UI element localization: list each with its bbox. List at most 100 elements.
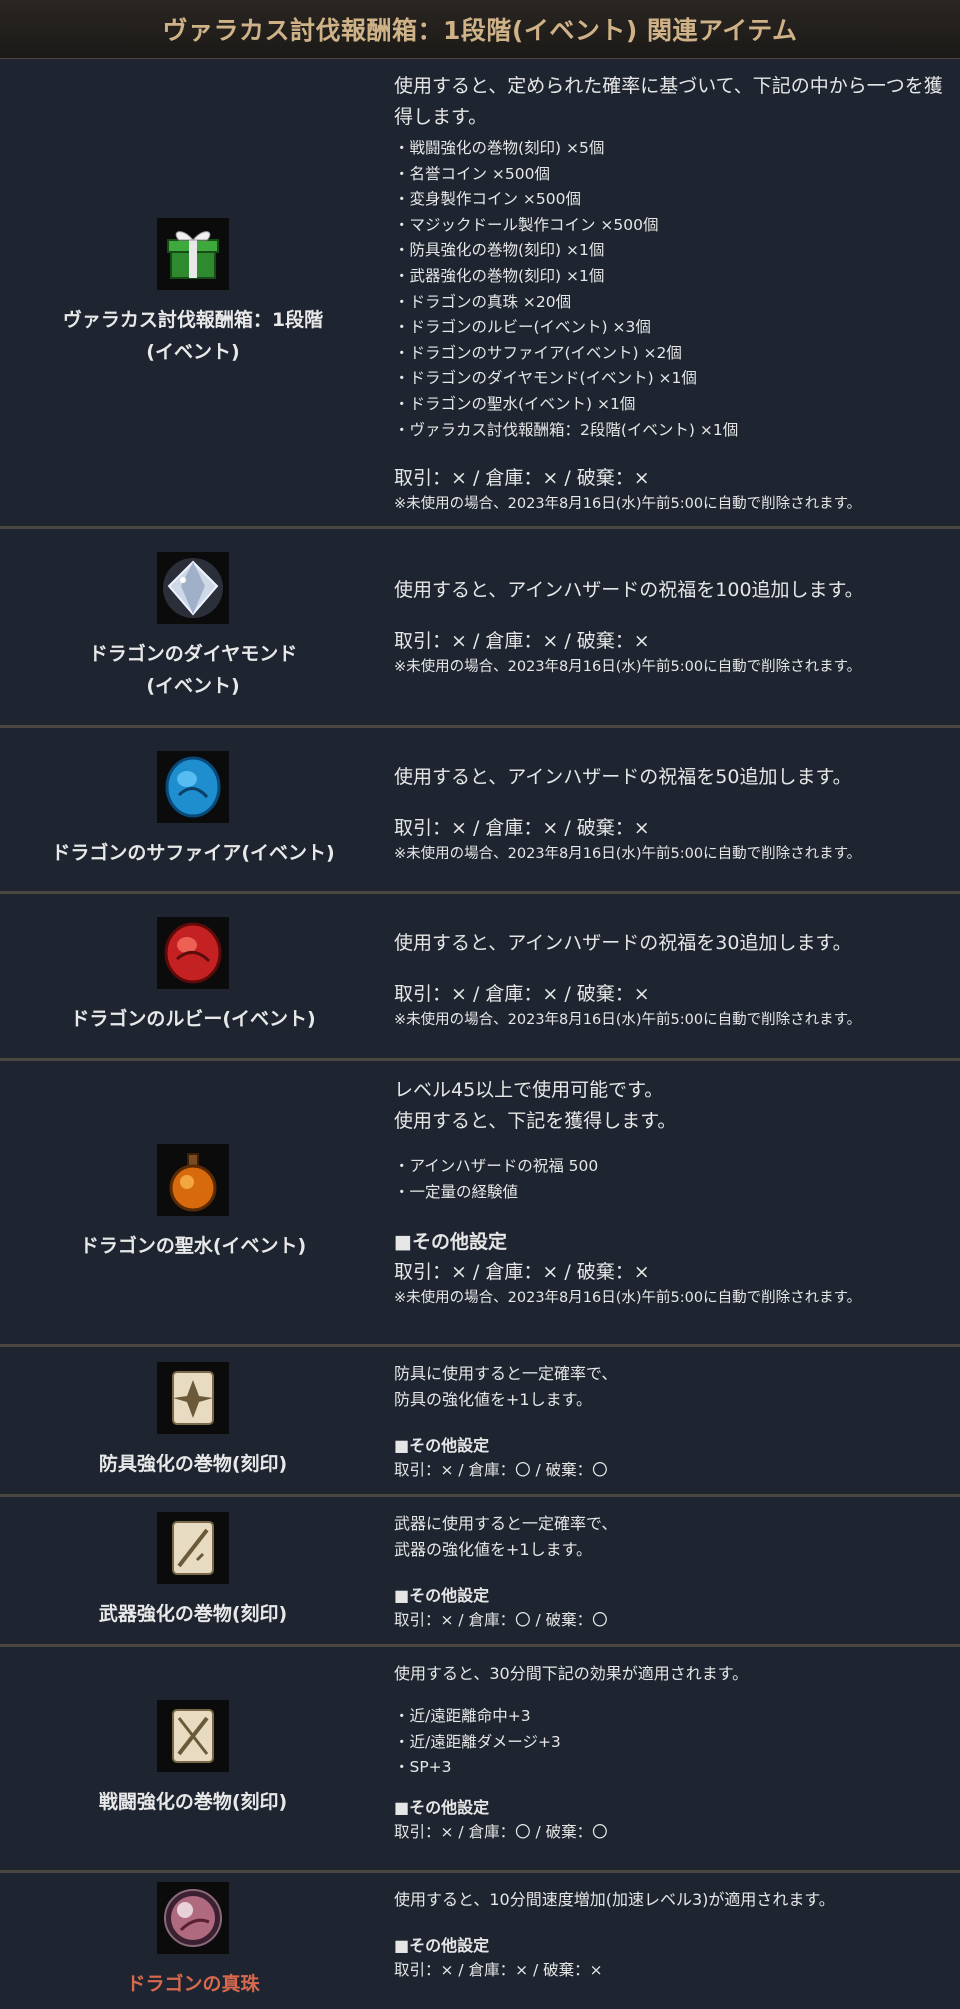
item-details: 使用すると、アインハザードの祝福を50追加します。 取引：× / 倉庫：× / …: [386, 728, 960, 891]
item-row-weapon-scroll: 武器強化の巻物(刻印) 武器に使用すると一定確率で、 武器の強化値を+1します。…: [0, 1497, 960, 1647]
holy-water-icon: [157, 1143, 229, 1216]
item-details: 使用すると、定められた確率に基づいて、下記の中から一つを獲得します。 ・戦闘強化…: [386, 59, 960, 526]
list-item: ・近/遠距離ダメージ+3: [394, 1732, 561, 1751]
gift-box-icon: [157, 217, 229, 290]
list-item: ・名誉コイン ×500個: [394, 164, 550, 183]
item-row-ruby: ドラゴンのルビー(イベント) 使用すると、アインハザードの祝福を30追加します。…: [0, 894, 960, 1061]
item-description: レベル45以上で使用可能です。 使用すると、下記を獲得します。: [394, 1079, 677, 1132]
expiry-note: ※未使用の場合、2023年8月16日(水)午前5:00に自動で削除されます。: [394, 496, 862, 513]
item-name: 防具強化の巻物(刻印): [98, 1452, 288, 1475]
list-item: ・戦闘強化の巻物(刻印) ×5個: [394, 139, 605, 157]
item-description: 武器に使用すると一定確率で、 武器の強化値を+1します。: [394, 1514, 618, 1559]
diamond-icon: [157, 552, 229, 624]
item-description: 防具に使用すると一定確率で、 防具の強化値を+1します。: [394, 1364, 618, 1409]
pearl-icon: [157, 1882, 229, 1954]
item-name: ヴァラカス討伐報酬箱：1段階 (イベント): [62, 308, 324, 363]
expiry-note: ※未使用の場合、2023年8月16日(水)午前5:00に自動で削除されます。: [394, 659, 862, 675]
item-name: ドラゴンのダイヤモンド (イベント): [88, 643, 298, 697]
item-name: ドラゴンの真珠: [126, 1973, 260, 1995]
effect-list: ・近/遠距離命中+3 ・近/遠距離ダメージ+3 ・SP+3: [394, 1704, 946, 1781]
item-details: 使用すると、30分間下記の効果が適用されます。 ・近/遠距離命中+3 ・近/遠距…: [386, 1647, 960, 1870]
item-row-pearl: ドラゴンの真珠 使用すると、10分間速度増加(加速レベル3)が適用されます。 ■…: [0, 1873, 960, 2009]
item-row-diamond: ドラゴンのダイヤモンド (イベント) 使用すると、アインハザードの祝福を100追…: [0, 529, 960, 728]
item-name: ドラゴンのサファイア(イベント): [51, 841, 335, 864]
trade-settings: 取引：× / 倉庫：〇 / 破棄：〇: [394, 1461, 608, 1479]
item-row-armor-scroll: 防具強化の巻物(刻印) 防具に使用すると一定確率で、 防具の強化値を+1します。…: [0, 1347, 960, 1497]
list-item: ・ドラゴンのダイヤモンド(イベント) ×1個: [394, 369, 697, 388]
item-cell: ドラゴンのルビー(イベント): [0, 894, 386, 1058]
item-cell: ドラゴンのダイヤモンド (イベント): [0, 529, 386, 725]
list-item: ・ドラゴンのサファイア(イベント) ×2個: [394, 343, 682, 362]
reward-list: ・戦闘強化の巻物(刻印) ×5個 ・名誉コイン ×500個 ・変身製作コイン ×…: [394, 136, 946, 443]
item-details: 武器に使用すると一定確率で、 武器の強化値を+1します。 ■その他設定 取引：×…: [386, 1497, 960, 1644]
trade-settings: 取引：× / 倉庫：× / 破棄：×: [394, 817, 650, 839]
item-description: 使用すると、アインハザードの祝福を50追加します。: [394, 766, 852, 788]
trade-settings: 取引：× / 倉庫：× / 破棄：×: [394, 467, 650, 490]
list-item: ・マジックドール製作コイン ×500個: [394, 215, 659, 234]
item-row-reward-box: ヴァラカス討伐報酬箱：1段階 (イベント) 使用すると、定められた確率に基づいて…: [0, 59, 960, 529]
item-description: 使用すると、アインハザードの祝福を100追加します。: [394, 579, 864, 601]
item-cell: ドラゴンの真珠: [0, 1873, 386, 2009]
page-header: ヴァラカス討伐報酬箱：1段階(イベント) 関連アイテム: [0, 0, 960, 59]
item-row-battle-scroll: 戦闘強化の巻物(刻印) 使用すると、30分間下記の効果が適用されます。 ・近/遠…: [0, 1647, 960, 1873]
item-details: 使用すると、アインハザードの祝福を30追加します。 取引：× / 倉庫：× / …: [386, 894, 960, 1058]
item-description: 使用すると、定められた確率に基づいて、下記の中から一つを獲得します。: [394, 75, 943, 128]
item-description: 使用すると、30分間下記の効果が適用されます。: [394, 1664, 749, 1683]
weapon-scroll-icon: [157, 1511, 229, 1584]
item-cell: ドラゴンのサファイア(イベント): [0, 728, 386, 891]
item-name: ドラゴンのルビー(イベント): [70, 1008, 316, 1030]
section-heading: ■その他設定: [394, 1436, 490, 1455]
trade-settings: 取引：× / 倉庫：× / 破棄：×: [394, 1961, 603, 1979]
section-heading: ■その他設定: [394, 1797, 490, 1817]
item-cell: ヴァラカス討伐報酬箱：1段階 (イベント): [0, 59, 386, 526]
item-row-sapphire: ドラゴンのサファイア(イベント) 使用すると、アインハザードの祝福を50追加しま…: [0, 728, 960, 894]
list-item: ・SP+3: [394, 1758, 452, 1777]
list-item: ・一定量の経験値: [394, 1182, 519, 1201]
list-item: ・近/遠距離命中+3: [394, 1707, 531, 1725]
item-name: 戦闘強化の巻物(刻印): [98, 1790, 288, 1813]
item-details: 使用すると、10分間速度増加(加速レベル3)が適用されます。 ■その他設定 取引…: [386, 1873, 960, 2009]
item-name: ドラゴンの聖水(イベント): [79, 1234, 307, 1257]
list-item: ・アインハザードの祝福 500: [394, 1157, 599, 1175]
item-cell: 武器強化の巻物(刻印): [0, 1497, 386, 1644]
item-details: 使用すると、アインハザードの祝福を100追加します。 取引：× / 倉庫：× /…: [386, 529, 960, 725]
list-item: ・ドラゴンの真珠 ×20個: [394, 292, 572, 311]
trade-settings: 取引：× / 倉庫：〇 / 破棄：〇: [394, 1611, 608, 1629]
item-row-holy-water: ドラゴンの聖水(イベント) レベル45以上で使用可能です。 使用すると、下記を獲…: [0, 1061, 960, 1347]
item-description: 使用すると、アインハザードの祝福を30追加します。: [394, 932, 852, 954]
trade-settings: 取引：× / 倉庫：× / 破棄：×: [394, 983, 650, 1005]
expiry-note: ※未使用の場合、2023年8月16日(水)午前5:00に自動で削除されます。: [394, 846, 862, 862]
page-title: ヴァラカス討伐報酬箱：1段階(イベント) 関連アイテム: [162, 16, 798, 45]
sapphire-icon: [157, 750, 229, 823]
expiry-note: ※未使用の場合、2023年8月16日(水)午前5:00に自動で削除されます。: [394, 1290, 862, 1307]
item-cell: 防具強化の巻物(刻印): [0, 1347, 386, 1494]
item-cell: 戦闘強化の巻物(刻印): [0, 1647, 386, 1870]
item-details: 防具に使用すると一定確率で、 防具の強化値を+1します。 ■その他設定 取引：×…: [386, 1347, 960, 1494]
list-item: ・変身製作コイン ×500個: [394, 190, 581, 209]
trade-settings: 取引：× / 倉庫：× / 破棄：×: [394, 1261, 650, 1284]
list-item: ・ドラゴンのルビー(イベント) ×3個: [394, 318, 651, 337]
list-item: ・防具強化の巻物(刻印) ×1個: [394, 241, 605, 260]
expiry-note: ※未使用の場合、2023年8月16日(水)午前5:00に自動で削除されます。: [394, 1012, 862, 1028]
armor-scroll-icon: [157, 1361, 229, 1434]
item-cell: ドラゴンの聖水(イベント): [0, 1061, 386, 1344]
trade-settings: 取引：× / 倉庫：× / 破棄：×: [394, 630, 650, 652]
item-description: 使用すると、10分間速度増加(加速レベル3)が適用されます。: [394, 1890, 835, 1909]
section-heading: ■その他設定: [394, 1936, 490, 1955]
section-heading: ■その他設定: [394, 1231, 507, 1254]
item-details: レベル45以上で使用可能です。 使用すると、下記を獲得します。 ・アインハザード…: [386, 1061, 960, 1344]
list-item: ・ヴァラカス討伐報酬箱：2段階(イベント) ×1個: [394, 420, 739, 439]
ruby-icon: [157, 917, 229, 989]
section-heading: ■その他設定: [394, 1586, 490, 1605]
